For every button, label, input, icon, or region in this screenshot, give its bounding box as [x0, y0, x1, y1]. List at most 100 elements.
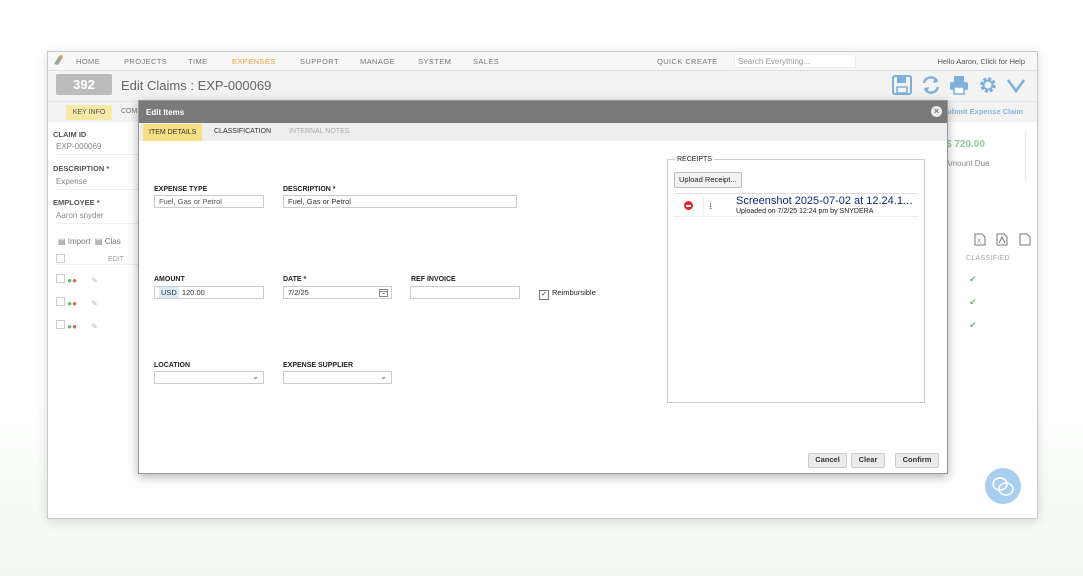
nav-expenses[interactable]: EXPENSES: [232, 57, 276, 66]
pdf-export-icon[interactable]: [996, 233, 1008, 246]
clear-button[interactable]: Clear: [851, 453, 885, 468]
receipt-divider: [703, 196, 704, 215]
quick-create-menu[interactable]: QUICK CREATE: [657, 57, 718, 66]
nav-support[interactable]: SUPPORT: [300, 57, 339, 66]
cancel-button[interactable]: Cancel: [808, 453, 847, 468]
item-description-label: DESCRIPTION *: [283, 186, 336, 193]
receipt-item: ⭳ Screenshot 2025-07-02 at 12.24.11 pm U…: [674, 193, 918, 217]
refresh-icon[interactable]: [920, 74, 942, 96]
remove-row-icon[interactable]: ●: [72, 299, 77, 308]
ref-invoice-label: REF INVOICE: [411, 276, 456, 283]
settings-gear-icon[interactable]: [977, 74, 999, 96]
expense-supplier-select[interactable]: ⌄: [283, 371, 392, 384]
chat-help-button[interactable]: [985, 468, 1021, 504]
document-export-icon[interactable]: [1019, 233, 1031, 246]
expense-type-label: EXPENSE TYPE: [154, 186, 208, 193]
delete-receipt-icon[interactable]: [684, 201, 693, 210]
nav-sales[interactable]: SALES: [473, 57, 499, 66]
nav-system[interactable]: SYSTEM: [418, 57, 451, 66]
receipt-upload-info: Uploaded on 7/2/25 12:24 pm by SNYDERA: [736, 208, 874, 215]
date-value: 7/2/25: [288, 288, 309, 297]
edit-pencil-icon[interactable]: ✎: [91, 322, 98, 331]
reimbursible-checkbox[interactable]: ✓ Reimbursible: [539, 288, 596, 300]
date-input[interactable]: 7/2/25: [283, 286, 392, 299]
classify-button[interactable]: ▤ Clas: [95, 237, 121, 246]
edit-pencil-icon[interactable]: ✎: [91, 299, 98, 308]
remove-row-icon[interactable]: ●: [72, 322, 77, 331]
grid-toolbar: ▤ Import ▤ Clas: [58, 237, 121, 246]
description-label: DESCRIPTION *: [53, 164, 110, 173]
item-description-input[interactable]: Fuel, Gas or Petrol: [283, 195, 517, 208]
edit-column-header: EDIT: [108, 256, 124, 263]
dialog-title: Edit Items: [146, 108, 185, 117]
expense-type-field[interactable]: Fuel, Gas or Petrol: [154, 195, 264, 208]
user-greeting[interactable]: Hello Aaron, Click for Help: [937, 57, 1025, 66]
receipt-filename-link[interactable]: Screenshot 2025-07-02 at 12.24.11 pm: [736, 195, 914, 207]
row-checkbox[interactable]: [56, 320, 65, 329]
claim-id-label: CLAIM ID: [53, 130, 87, 139]
upload-receipt-button[interactable]: Upload Receipt...: [674, 172, 742, 188]
confirm-button[interactable]: Confirm: [895, 453, 939, 468]
dialog-tabs: ITEM DETAILS CLASSIFICATION INTERNAL NOT…: [139, 123, 947, 141]
amount-due-value: $ 720.00: [946, 139, 985, 150]
chevron-down-icon: ⌄: [252, 372, 259, 381]
amount-due-label: Amount Due: [945, 159, 990, 168]
classified-check-icon: ✔: [969, 320, 977, 330]
amount-input[interactable]: USD 120.00: [154, 286, 264, 299]
tab-item-details[interactable]: ITEM DETAILS: [143, 124, 203, 141]
checkmark-icon: ✓: [539, 290, 549, 300]
page-title: Edit Claims : EXP-000069: [121, 78, 272, 93]
record-badge: 392: [56, 74, 112, 95]
calendar-icon[interactable]: [379, 288, 388, 297]
select-all-checkbox[interactable]: [56, 254, 65, 263]
description-field[interactable]: Expense: [56, 177, 146, 190]
edit-items-dialog: Edit Items × ITEM DETAILS CLASSIFICATION…: [138, 100, 948, 474]
employee-label: EMPLOYEE *: [53, 198, 100, 207]
grid-row-actions: ●● ✎: [56, 320, 98, 331]
close-icon[interactable]: ×: [931, 106, 942, 117]
title-bar: 392 Edit Claims : EXP-000069: [48, 71, 1037, 101]
classified-check-icon: ✔: [969, 297, 977, 307]
chevron-down-icon[interactable]: [1005, 74, 1027, 96]
download-icon[interactable]: ⭳: [709, 199, 712, 215]
tab-key-info[interactable]: KEY INFO: [66, 105, 112, 120]
claim-id-field: EXP-000069: [56, 142, 146, 155]
edit-pencil-icon[interactable]: ✎: [91, 276, 98, 285]
receipts-label: RECEIPTS: [675, 156, 715, 163]
ref-invoice-input[interactable]: [410, 286, 520, 299]
global-search-input[interactable]: Search Everything...: [734, 54, 856, 68]
save-icon[interactable]: [891, 74, 913, 96]
amount-label: AMOUNT: [154, 276, 185, 283]
currency-code[interactable]: USD: [159, 287, 179, 298]
remove-row-icon[interactable]: ●: [72, 276, 77, 285]
chevron-down-icon: ⌄: [380, 372, 387, 381]
location-select[interactable]: ⌄: [154, 371, 264, 384]
excel-export-icon[interactable]: X: [974, 233, 986, 246]
grid-row-actions: ●● ✎: [56, 274, 98, 285]
location-label: LOCATION: [154, 362, 191, 369]
nav-manage[interactable]: MANAGE: [360, 57, 395, 66]
tab-classification[interactable]: CLASSIFICATION: [214, 128, 271, 135]
row-checkbox[interactable]: [56, 297, 65, 306]
classified-check-icon: ✔: [969, 274, 977, 284]
top-nav: HOME PROJECTS TIME EXPENSES SUPPORT MANA…: [48, 52, 1037, 71]
nav-home[interactable]: HOME: [76, 57, 100, 66]
import-label: Import: [67, 237, 91, 246]
import-button[interactable]: ▤ Import: [58, 237, 90, 246]
row-checkbox[interactable]: [56, 274, 65, 283]
amount-value: 120.00: [181, 288, 205, 297]
grid-row-actions: ●● ✎: [56, 297, 98, 308]
grid-header: [56, 252, 146, 265]
app-logo-icon[interactable]: [53, 54, 64, 66]
nav-time[interactable]: TIME: [188, 57, 208, 66]
print-icon[interactable]: [948, 74, 970, 96]
receipts-panel: RECEIPTS Upload Receipt... ⭳ Screenshot …: [667, 156, 925, 403]
expense-supplier-label: EXPENSE SUPPLIER: [283, 362, 354, 369]
submit-expense-claim-link[interactable]: Submit Expense Claim: [942, 107, 1023, 116]
nav-projects[interactable]: PROJECTS: [124, 57, 167, 66]
date-label: DATE *: [283, 276, 307, 283]
employee-field[interactable]: Aaron snyder: [56, 211, 146, 224]
toolbar-icons: [889, 74, 1027, 98]
tab-internal-notes[interactable]: INTERNAL NOTES: [289, 128, 349, 135]
classify-label: Clas: [104, 237, 121, 246]
